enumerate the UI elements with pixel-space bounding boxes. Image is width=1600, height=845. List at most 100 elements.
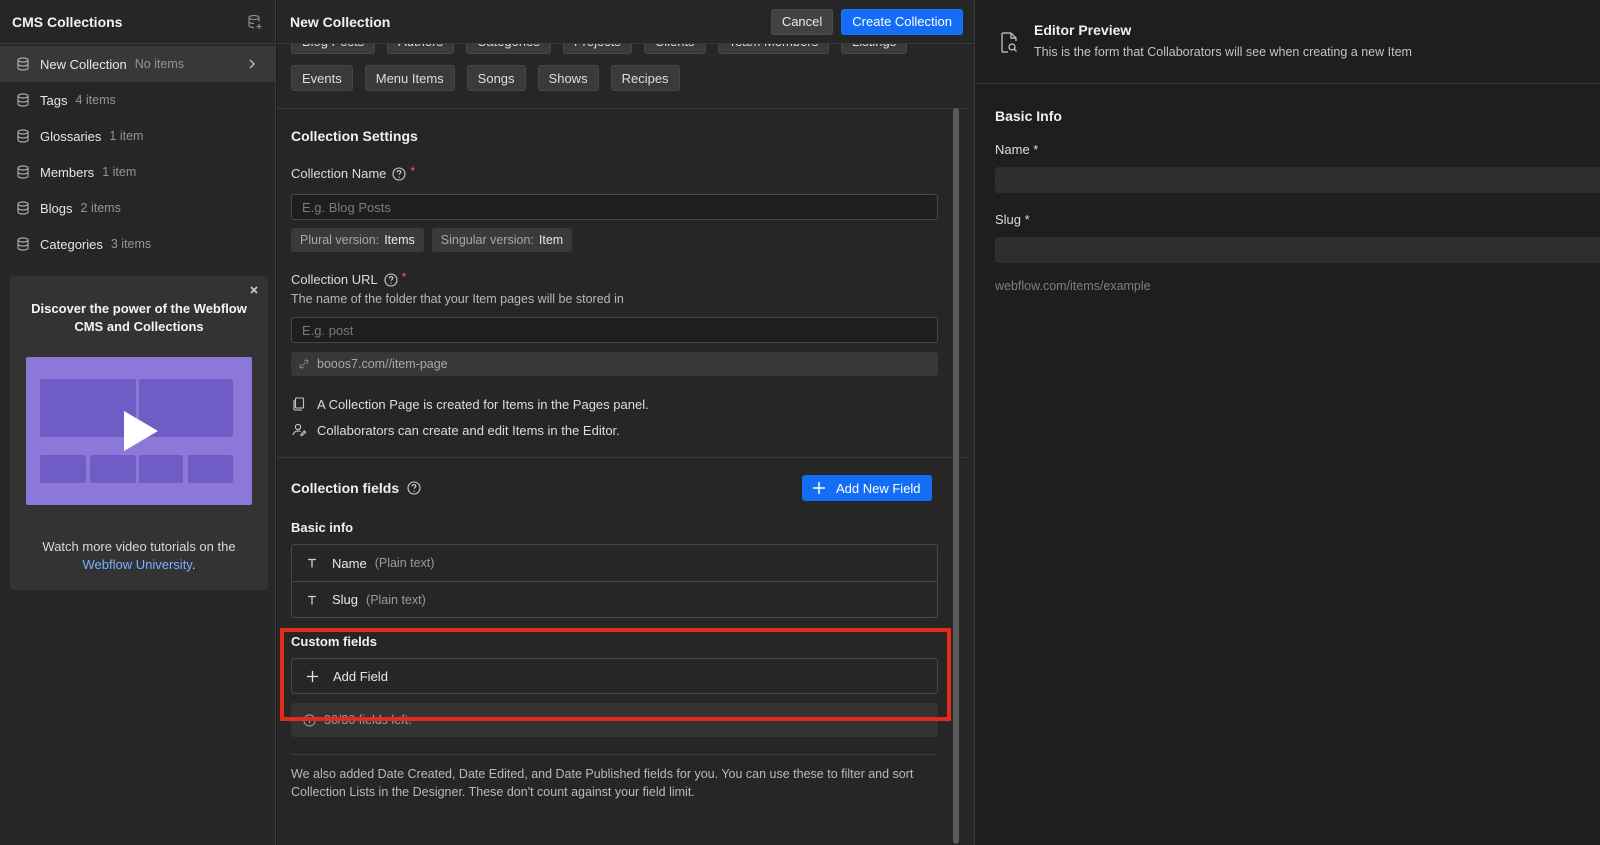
panel-title: New Collection	[290, 13, 391, 30]
field-type: (Plain text)	[366, 592, 426, 607]
template-chip-songs[interactable]: Songs	[466, 65, 526, 91]
info-collection-page-text: A Collection Page is created for Items i…	[317, 396, 649, 412]
singular-version-pill[interactable]: Singular version: Item	[431, 228, 573, 252]
date-fields-footnote: We also added Date Created, Date Edited,…	[291, 767, 914, 799]
sidebar-item-label: Blogs	[40, 200, 73, 216]
sidebar-item-tags[interactable]: Tags 4 items	[0, 82, 275, 118]
singular-version-key: Singular version:	[440, 233, 534, 247]
sidebar-item-label: Categories	[40, 236, 103, 252]
info-collaborators-text: Collaborators can create and edit Items …	[317, 422, 620, 438]
editor-preview-title: Editor Preview	[1034, 22, 1132, 38]
template-chip-menu-items[interactable]: Menu Items	[364, 65, 455, 91]
add-field-button[interactable]: Add Field	[291, 658, 938, 694]
field-type: (Plain text)	[374, 556, 435, 570]
sidebar-header: CMS Collections	[0, 0, 275, 44]
section-divider	[291, 754, 938, 755]
database-icon	[16, 237, 30, 251]
collection-name-input[interactable]	[291, 194, 938, 220]
preview-name-input	[995, 167, 1600, 193]
editor-preview-subtitle: This is the form that Collaborators will…	[1034, 45, 1412, 59]
sidebar-item-label: Tags	[40, 92, 68, 108]
promo-text: Watch more video tutorials on the Webflo…	[20, 538, 258, 574]
plural-version-value: Items	[384, 233, 415, 247]
database-icon	[16, 201, 30, 215]
required-asterisk: *	[401, 269, 407, 284]
collection-url-label: Collection URL *	[291, 269, 407, 288]
sidebar-title: CMS Collections	[12, 13, 123, 30]
pages-icon	[291, 396, 307, 412]
version-pills: Plural version: Items Singular version: …	[291, 228, 573, 252]
play-icon[interactable]	[122, 409, 160, 453]
user-edit-icon	[291, 422, 307, 438]
add-field-label: Add Field	[333, 668, 388, 684]
promo-text-suffix: .	[191, 557, 196, 572]
preview-slug-input	[995, 237, 1600, 263]
info-collection-page: A Collection Page is created for Items i…	[291, 396, 649, 412]
field-row-name[interactable]: Name (Plain text)	[292, 545, 937, 581]
help-circle-icon[interactable]	[407, 481, 421, 495]
sidebar-item-label: Members	[40, 164, 95, 180]
help-circle-icon[interactable]	[384, 272, 398, 287]
sidebar-item-label: New Collection	[40, 56, 127, 72]
sidebar-item-count: 1 item	[102, 165, 137, 179]
collection-url-input[interactable]	[291, 317, 938, 343]
collection-fields-title: Collection fields	[291, 480, 421, 496]
sidebar-item-glossaries[interactable]: Glossaries 1 item	[0, 118, 275, 154]
sidebar-item-count: 4 items	[75, 93, 116, 107]
field-row-slug[interactable]: Slug (Plain text)	[292, 581, 937, 617]
sidebar-item-members[interactable]: Members 1 item	[0, 154, 275, 190]
sidebar-item-count: 1 item	[109, 129, 144, 143]
template-row: Events Menu Items Songs Shows Recipes	[291, 65, 680, 91]
plus-icon	[813, 482, 825, 494]
collection-fields-title-text: Collection fields	[291, 480, 400, 496]
add-new-field-button[interactable]: Add New Field	[802, 475, 932, 501]
panel-header: New Collection Cancel Create Collection	[277, 0, 974, 44]
thumbnail-tile	[90, 455, 136, 483]
url-preview-text: booos7.com//item-page	[317, 357, 448, 371]
template-chip-events[interactable]: Events	[291, 65, 353, 91]
cms-sidebar: CMS Collections New Collection No items	[0, 0, 276, 845]
create-collection-button[interactable]: Create Collection	[841, 8, 963, 35]
fields-left-notice: 30/30 fields left.	[291, 703, 938, 737]
editor-preview-header: Editor Preview This is the form that Col…	[976, 0, 1600, 84]
collection-settings-title: Collection Settings	[291, 128, 418, 144]
template-chip-shows[interactable]: Shows	[537, 65, 599, 91]
scrollbar-thumb[interactable]	[953, 108, 959, 844]
add-new-field-label: Add New Field	[836, 480, 921, 496]
webflow-university-link[interactable]: Webflow University	[83, 557, 192, 572]
preview-basic-info-title: Basic Info	[995, 108, 1062, 124]
sidebar-item-count: No items	[134, 57, 185, 71]
sidebar-item-blogs[interactable]: Blogs 2 items	[0, 190, 275, 226]
sidebar-item-categories[interactable]: Categories 3 items	[0, 226, 275, 262]
new-collection-panel: New Collection Cancel Create Collection …	[277, 0, 975, 845]
database-add-icon[interactable]	[247, 14, 263, 30]
template-chip-recipes[interactable]: Recipes	[610, 65, 680, 91]
collection-url-label-text: Collection URL	[291, 272, 378, 287]
preview-name-label: Name *	[995, 142, 1039, 157]
thumbnail-tile	[188, 455, 233, 483]
basic-fields-list: Name (Plain text) Slug (Plain text)	[291, 544, 938, 618]
panel-scrollbar[interactable]	[953, 44, 959, 845]
promo-video-thumbnail[interactable]	[26, 357, 252, 505]
chevron-right-icon	[247, 58, 257, 70]
database-icon	[16, 57, 30, 71]
cancel-button[interactable]: Cancel	[770, 8, 834, 35]
plural-version-key: Plural version:	[300, 233, 380, 247]
link-icon	[299, 359, 309, 369]
sidebar-item-new-collection[interactable]: New Collection No items	[0, 46, 275, 82]
preview-slug-hint: webflow.com/items/example	[995, 279, 1151, 293]
collection-name-label: Collection Name *	[291, 164, 415, 182]
custom-fields-title: Custom fields	[291, 634, 377, 649]
database-icon	[16, 93, 30, 107]
collection-name-label-text: Collection Name	[291, 166, 387, 181]
text-type-icon	[306, 594, 318, 606]
singular-version-value: Item	[538, 233, 564, 247]
field-name: Slug	[332, 592, 359, 607]
help-circle-icon[interactable]	[392, 166, 406, 181]
thumbnail-tile	[139, 455, 183, 483]
cms-promo-card: Discover the power of the Webflow CMS an…	[10, 276, 268, 590]
section-divider	[277, 108, 967, 109]
close-icon[interactable]	[248, 284, 260, 296]
text-type-icon	[306, 557, 318, 569]
plural-version-pill[interactable]: Plural version: Items	[291, 228, 424, 252]
